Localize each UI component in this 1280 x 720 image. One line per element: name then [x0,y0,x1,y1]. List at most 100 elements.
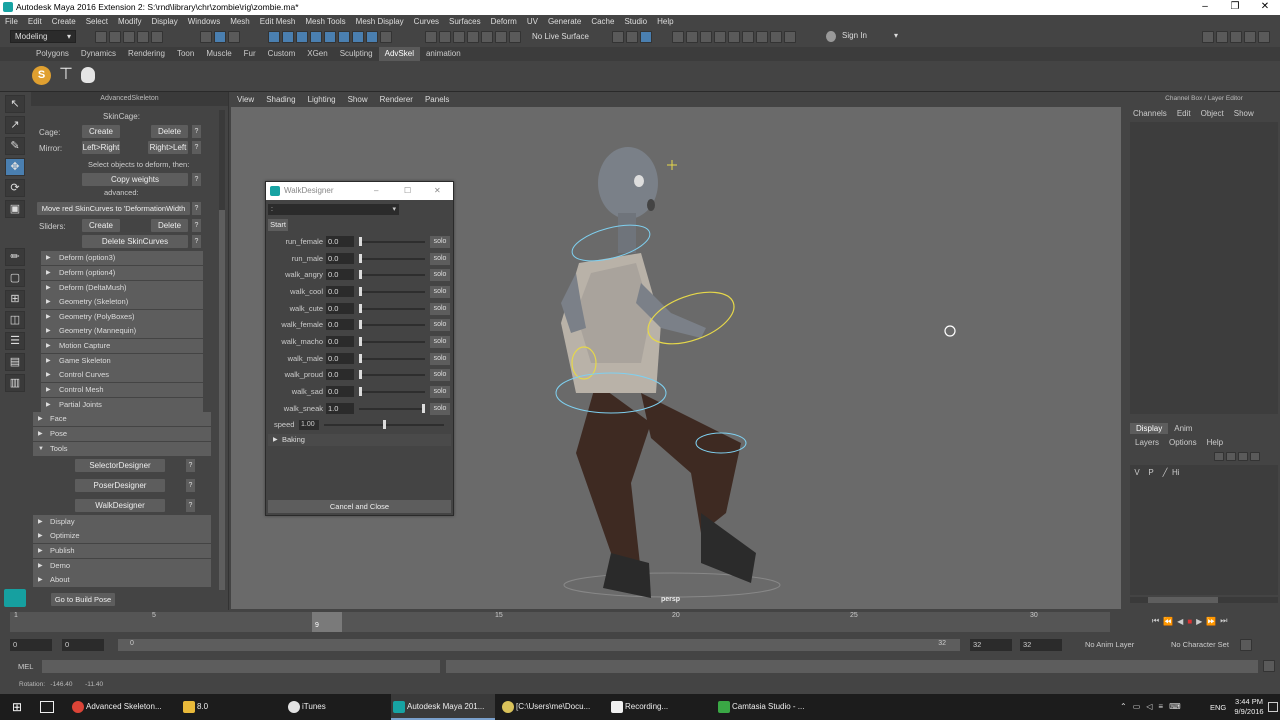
walk-row-slider-handle[interactable] [359,304,362,313]
notifications-icon[interactable] [1268,702,1278,712]
save-scene-icon[interactable] [123,31,135,43]
tray-battery-icon[interactable]: ▭ [1133,702,1147,711]
layer-tab-display[interactable]: Display [1130,423,1169,434]
outliner-layout-icon[interactable]: ☰ [5,332,25,350]
walk-speed-value[interactable]: 1.00 [299,420,319,430]
cb-menu-show[interactable]: Show [1229,109,1259,118]
shelf-tab-animation[interactable]: animation [420,47,467,61]
lock-selection-icon[interactable] [380,31,392,43]
shelf-tab-rendering[interactable]: Rendering [122,47,171,61]
menu-curves[interactable]: Curves [409,15,444,28]
walk-scene-dropdown[interactable]: : ▾ [268,204,399,215]
end-time-field[interactable]: 32 [1020,639,1062,651]
menu-studio[interactable]: Studio [619,15,652,28]
walk-row-solo-button[interactable]: solo [430,286,450,298]
layer-up-icon[interactable] [1214,452,1224,461]
go-to-build-pose-button[interactable]: Go to Build Pose [51,593,115,606]
menu-edit[interactable]: Edit [23,15,47,28]
delete-skincurves-help-button[interactable]: ? [192,235,201,248]
mask-curves-icon[interactable] [296,31,308,43]
cage-create-button[interactable]: Create [82,125,120,138]
section-tools[interactable]: Tools [33,442,211,456]
shelf-tab-xgen[interactable]: XGen [301,47,333,61]
render-frame-icon[interactable] [686,31,698,43]
select-hierarchy-icon[interactable] [200,31,212,43]
walk-row-slider-handle[interactable] [359,354,362,363]
layer-color[interactable]: ╱ [1158,468,1172,477]
new-layer-selected-icon[interactable] [1250,452,1260,461]
mask-handles-icon[interactable] [268,31,280,43]
undo-icon[interactable] [137,31,149,43]
character-controls-icon[interactable] [784,31,796,43]
walk-row-slider-handle[interactable] [359,320,362,329]
shelf-tab-dynamics[interactable]: Dynamics [75,47,122,61]
walk-row-slider[interactable] [359,308,425,310]
walk-row-solo-button[interactable]: solo [430,269,450,281]
fold-motion-capture[interactable]: Motion Capture [41,339,203,353]
snap-vertex-icon[interactable] [495,31,507,43]
layer-row[interactable]: V P ╱ Hi [1130,465,1278,479]
channel-box-area[interactable] [1130,122,1278,414]
clock[interactable]: 3:44 PM 9/9/2016 [1232,697,1266,717]
walk-row-slider[interactable] [359,374,425,376]
mode-dropdown[interactable]: Modeling ▾ [10,30,76,43]
walk-row-slider-handle[interactable] [359,387,362,396]
walk-row-slider[interactable] [359,274,425,276]
walk-row-slider[interactable] [359,391,425,393]
walk-cancel-close-button[interactable]: Cancel and Close [268,500,451,513]
selector-designer-button[interactable]: SelectorDesigner [75,459,165,472]
walk-baking-section[interactable]: Baking [268,434,451,446]
snap-surface-icon[interactable] [481,31,493,43]
walk-row-slider-handle[interactable] [359,337,362,346]
sign-in-dropdown[interactable]: Sign In ▾ [838,30,902,43]
skeleton-icon[interactable]: ⊤ [57,65,75,85]
tray-network-icon[interactable]: ≡ [1158,702,1169,711]
mask-misc-icon[interactable] [366,31,378,43]
as-panel-scrollbar-thumb[interactable] [219,210,225,590]
range-bar[interactable]: 0 32 [118,639,960,651]
walk-row-value[interactable]: 0.0 [326,303,354,314]
walk-row-value[interactable]: 0.0 [326,386,354,397]
layer-hscrollbar-thumb[interactable] [1148,597,1218,603]
shelf-tab-sculpting[interactable]: Sculpting [334,47,379,61]
mirror-help-button[interactable]: ? [192,141,201,154]
walk-row-solo-button[interactable]: solo [430,319,450,331]
walk-row-slider[interactable] [359,358,425,360]
snap-grid-icon[interactable] [425,31,437,43]
single-view-icon[interactable]: ▢ [5,269,25,287]
walk-speed-slider-handle[interactable] [382,420,386,429]
menu-cache[interactable]: Cache [586,15,619,28]
fold-geometry-polyboxes[interactable]: Geometry (PolyBoxes) [41,310,203,324]
vp-menu-renderer[interactable]: Renderer [374,93,419,107]
walk-row-value[interactable]: 0.0 [326,319,354,330]
walk-row-value[interactable]: 0.0 [326,236,354,247]
step-back-icon[interactable]: ⏪ [1163,617,1177,626]
walk-row-slider[interactable] [359,408,425,410]
layer-down-icon[interactable] [1226,452,1236,461]
mask-joints-icon[interactable] [282,31,294,43]
taskbar-item-recording[interactable]: Recording... [609,694,713,720]
mask-rendering-icon[interactable] [352,31,364,43]
section-publish[interactable]: Publish [33,544,211,558]
tray-volume-icon[interactable]: ◁ [1146,702,1158,711]
menu-uv[interactable]: UV [522,15,543,28]
menu-display[interactable]: Display [147,15,183,28]
vp-menu-show[interactable]: Show [342,93,374,107]
task-view-icon[interactable] [40,701,54,713]
hypershade-icon[interactable] [728,31,740,43]
shelf-tab-advskel[interactable]: AdvSkel [378,47,420,61]
walk-row-slider-handle[interactable] [359,287,362,296]
section-demo[interactable]: Demo [33,559,211,573]
input-language[interactable]: ENG [1210,703,1226,712]
fold-partial-joints[interactable]: Partial Joints [41,398,203,412]
minimize-icon[interactable]: – [1190,0,1220,15]
vp-menu-shading[interactable]: Shading [260,93,301,107]
redo-icon[interactable] [151,31,163,43]
walk-row-slider[interactable] [359,291,425,293]
sliders-delete-button[interactable]: Delete [151,219,188,232]
walk-row-value[interactable]: 0.0 [326,353,354,364]
menu-surfaces[interactable]: Surfaces [444,15,486,28]
outliner-toggle-icon[interactable] [1258,31,1270,43]
shelf-tab-polygons[interactable]: Polygons [30,47,75,61]
menu-create[interactable]: Create [47,15,81,28]
